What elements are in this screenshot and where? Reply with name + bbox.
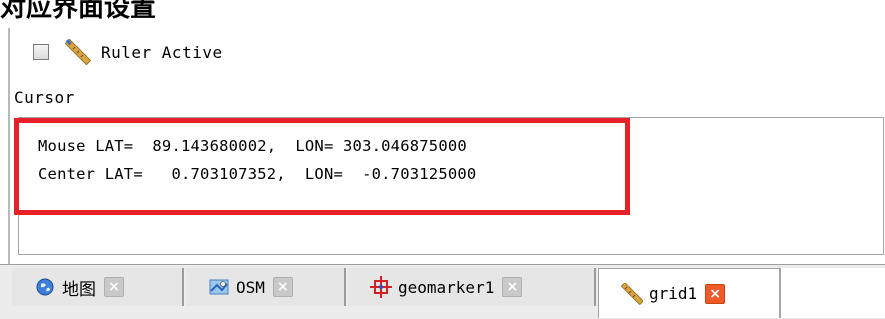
crosshair-icon <box>370 276 392 298</box>
tab-label: OSM <box>236 277 265 297</box>
close-icon[interactable]: × <box>502 277 523 297</box>
ruler-row: Ruler Active <box>33 39 223 65</box>
ruler-active-label: Ruler Active <box>101 42 223 62</box>
tab-label: 地图 <box>62 279 96 300</box>
tab-label: geomarker1 <box>398 277 495 297</box>
globe-icon <box>36 278 54 296</box>
ruler-icon <box>621 282 643 305</box>
ruler-active-checkbox[interactable] <box>33 44 49 60</box>
close-icon[interactable]: × <box>104 277 124 297</box>
cursor-section-label: Cursor <box>14 88 75 107</box>
close-icon[interactable]: × <box>272 277 293 297</box>
center-coordinates: Center LAT= 0.703107352, LON= -0.7031250… <box>38 165 477 183</box>
tab-label: grid1 <box>649 284 698 303</box>
tab-map[interactable]: 地图 × <box>12 268 184 306</box>
page-heading: 对应界面设置 <box>0 0 157 23</box>
tab-geomarker1[interactable]: geomarker1 × <box>348 268 596 306</box>
ruler-icon <box>65 39 91 65</box>
tab-bar-end <box>780 268 885 318</box>
close-icon[interactable]: × <box>705 283 726 304</box>
panel-border <box>8 28 10 264</box>
map-icon <box>209 279 229 295</box>
tab-osm[interactable]: OSM × <box>186 268 346 306</box>
mouse-coordinates: Mouse LAT= 89.143680002, LON= 303.046875… <box>38 137 467 155</box>
tab-grid1[interactable]: grid1 × <box>598 268 780 318</box>
